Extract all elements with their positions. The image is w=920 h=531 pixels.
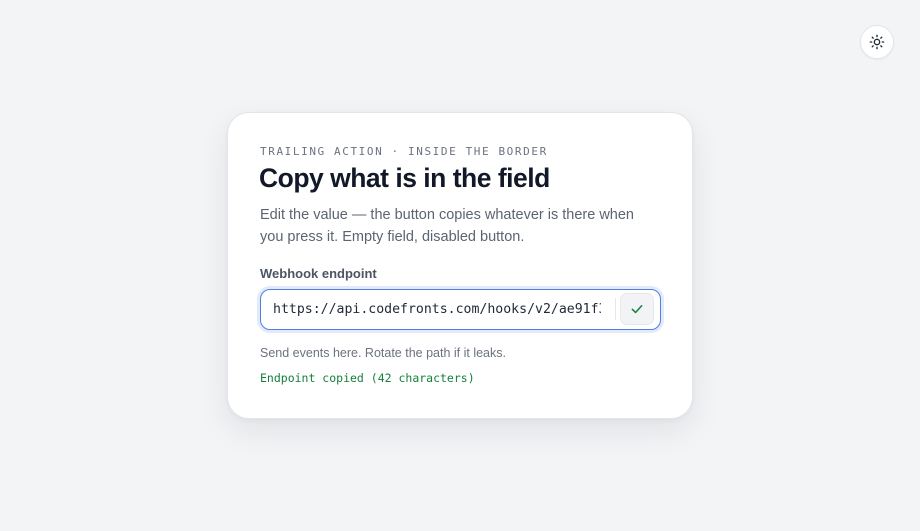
webhook-endpoint-label: Webhook endpoint xyxy=(260,266,377,281)
webhook-endpoint-input[interactable] xyxy=(273,290,601,328)
field-hint: Send events here. Rotate the path if it … xyxy=(260,346,506,360)
check-icon xyxy=(630,302,644,316)
theme-toggle-button[interactable] xyxy=(860,25,894,59)
card-title: Copy what is in the field xyxy=(259,163,550,193)
field-divider xyxy=(615,298,616,320)
webhook-endpoint-field xyxy=(260,289,661,330)
card-description: Edit the value — the button copies whate… xyxy=(260,207,634,245)
copy-button[interactable] xyxy=(620,293,654,325)
sun-icon xyxy=(869,34,885,50)
eyebrow-label: TRAILING ACTION · INSIDE THE BORDER xyxy=(260,145,548,158)
copy-status-message: Endpoint copied (42 characters) xyxy=(260,371,475,385)
copy-field-card: TRAILING ACTION · INSIDE THE BORDER Copy… xyxy=(227,112,693,419)
